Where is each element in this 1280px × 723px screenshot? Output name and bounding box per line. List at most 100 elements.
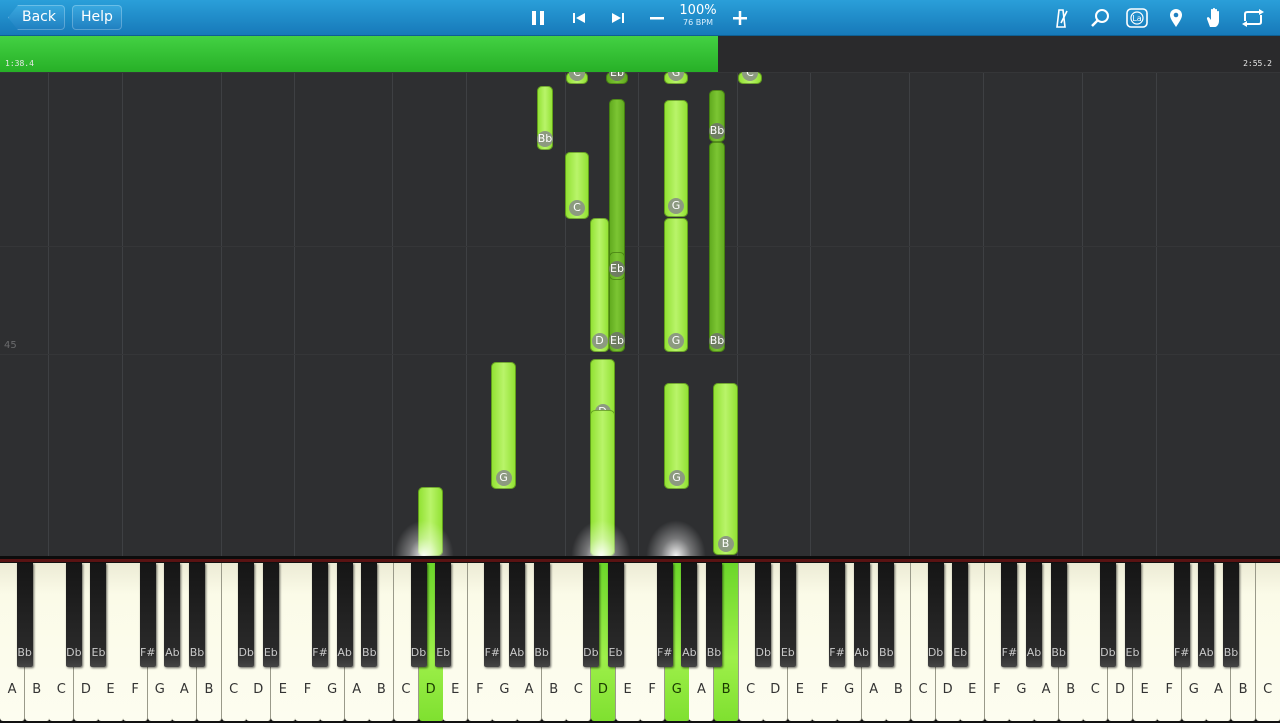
pause-icon[interactable] bbox=[521, 0, 555, 36]
key-label: Eb bbox=[608, 646, 623, 659]
back-button[interactable]: Back bbox=[8, 5, 65, 30]
piano-key-db[interactable]: Db bbox=[410, 563, 427, 667]
previous-icon[interactable] bbox=[562, 0, 596, 36]
falling-note-eb: Eb bbox=[606, 72, 628, 84]
progress-fill bbox=[0, 36, 719, 72]
piano-key-bb[interactable]: Bb bbox=[1050, 563, 1067, 667]
piano-key-f-sharp[interactable]: F# bbox=[484, 563, 501, 667]
piano-key-bb[interactable]: Bb bbox=[188, 563, 205, 667]
piano-key-f-sharp[interactable]: F# bbox=[1001, 563, 1018, 667]
help-button[interactable]: Help bbox=[72, 5, 122, 30]
piano-key-ab[interactable]: Ab bbox=[336, 563, 353, 667]
piano-key-c[interactable]: C bbox=[1255, 563, 1280, 721]
falling-note-d: D bbox=[590, 218, 609, 352]
elapsed-time: 1:38.4 bbox=[5, 59, 34, 68]
piano-key-eb[interactable]: Eb bbox=[952, 563, 969, 667]
piano-key-db[interactable]: Db bbox=[927, 563, 944, 667]
key-label: Ab bbox=[682, 646, 697, 659]
note-label: Bb bbox=[537, 131, 553, 147]
piano-key-f-sharp[interactable]: F# bbox=[312, 563, 329, 667]
falling-note-c: C bbox=[565, 152, 589, 219]
piano-key-ab[interactable]: Ab bbox=[1026, 563, 1043, 667]
piano-keyboard[interactable]: ABCDEFGABCDEFGABCDEFGABCDEFGABCDEFGABCDE… bbox=[0, 556, 1280, 723]
piano-key-f-sharp[interactable]: F# bbox=[1173, 563, 1190, 667]
piano-key-bb[interactable]: Bb bbox=[361, 563, 378, 667]
note-label: G bbox=[668, 470, 685, 486]
piano-key-f-sharp[interactable]: F# bbox=[656, 563, 673, 667]
piano-key-bb[interactable]: Bb bbox=[1223, 563, 1239, 667]
key-label: G bbox=[154, 682, 165, 697]
falling-note-c: C bbox=[566, 72, 588, 84]
piano-key-ab[interactable]: Ab bbox=[164, 563, 181, 667]
key-label: A bbox=[696, 682, 706, 697]
key-label: F# bbox=[1001, 646, 1018, 659]
piano-key-f-sharp[interactable]: F# bbox=[139, 563, 156, 667]
piano-key-bb[interactable]: Bb bbox=[16, 563, 33, 667]
piano-key-db[interactable]: Db bbox=[582, 563, 599, 667]
minus-icon[interactable] bbox=[640, 0, 674, 36]
piano-key-ab[interactable]: Ab bbox=[1198, 563, 1215, 667]
key-label: A bbox=[1041, 682, 1051, 697]
piano-key-db[interactable]: Db bbox=[755, 563, 772, 667]
key-label: Db bbox=[238, 646, 254, 659]
piano-key-bb[interactable]: Bb bbox=[533, 563, 550, 667]
falling-note-bb: Bb bbox=[709, 90, 725, 142]
key-label: Ab bbox=[1199, 646, 1214, 659]
falling-notes-area[interactable]: 45 CEbGCBbCEbGBbEbDEbGBbGDGB bbox=[0, 72, 1280, 556]
piano-key-ab[interactable]: Ab bbox=[853, 563, 870, 667]
grid-line bbox=[466, 72, 467, 556]
key-label: F bbox=[820, 682, 829, 697]
piano-key-ab[interactable]: Ab bbox=[509, 563, 526, 667]
piano-key-bb[interactable]: Bb bbox=[878, 563, 895, 667]
key-label: Eb bbox=[953, 646, 968, 659]
note-label: G bbox=[668, 333, 684, 349]
key-label: Eb bbox=[263, 646, 278, 659]
grid-line bbox=[122, 72, 123, 556]
piano-key-eb[interactable]: Eb bbox=[1124, 563, 1141, 667]
key-label: E bbox=[1140, 682, 1149, 697]
progress-bar[interactable]: 1:38.4 2:55.2 bbox=[0, 36, 1280, 72]
plus-icon[interactable] bbox=[723, 0, 757, 36]
key-label: C bbox=[573, 682, 583, 697]
piano-key-eb[interactable]: Eb bbox=[779, 563, 796, 667]
loop-icon[interactable] bbox=[1236, 0, 1270, 36]
key-label: C bbox=[56, 682, 66, 697]
grid-line bbox=[909, 72, 910, 556]
piano-key-eb[interactable]: Eb bbox=[435, 563, 452, 667]
key-label: F bbox=[1165, 682, 1173, 697]
piano-key-db[interactable]: Db bbox=[65, 563, 82, 667]
label-icon[interactable]: La bbox=[1120, 0, 1154, 36]
key-label: G bbox=[327, 682, 338, 697]
falling-note-g: G bbox=[664, 100, 688, 217]
piano-key-db[interactable]: Db bbox=[238, 563, 255, 667]
piano-key-eb[interactable]: Eb bbox=[607, 563, 624, 667]
note-label: G bbox=[495, 470, 512, 486]
piano-key-db[interactable]: Db bbox=[1099, 563, 1116, 667]
key-label: D bbox=[770, 682, 781, 697]
search-icon[interactable] bbox=[1083, 0, 1117, 36]
key-label: Bb bbox=[1051, 646, 1066, 659]
hand-icon[interactable] bbox=[1197, 0, 1231, 36]
piano-key-ab[interactable]: Ab bbox=[681, 563, 698, 667]
key-label: C bbox=[401, 682, 411, 697]
key-label: D bbox=[1114, 682, 1125, 697]
piano-key-f-sharp[interactable]: F# bbox=[829, 563, 846, 667]
piano-key-eb[interactable]: Eb bbox=[262, 563, 279, 667]
key-label: Eb bbox=[1125, 646, 1140, 659]
next-icon[interactable] bbox=[601, 0, 635, 36]
note-label: G bbox=[668, 72, 684, 81]
key-label: B bbox=[1238, 682, 1248, 697]
key-label: Eb bbox=[436, 646, 451, 659]
grid-line bbox=[392, 72, 393, 556]
key-label: A bbox=[352, 682, 362, 697]
measure-line bbox=[0, 354, 1280, 355]
note-label: Eb bbox=[609, 72, 625, 81]
metronome-icon[interactable] bbox=[1044, 0, 1078, 36]
note-hit-glow bbox=[394, 520, 454, 556]
piano-key-bb[interactable]: Bb bbox=[705, 563, 722, 667]
note-label: Eb bbox=[609, 333, 625, 349]
grid-line bbox=[1082, 72, 1083, 556]
key-label: E bbox=[278, 682, 287, 697]
marker-icon[interactable] bbox=[1159, 0, 1193, 36]
piano-key-eb[interactable]: Eb bbox=[90, 563, 107, 667]
